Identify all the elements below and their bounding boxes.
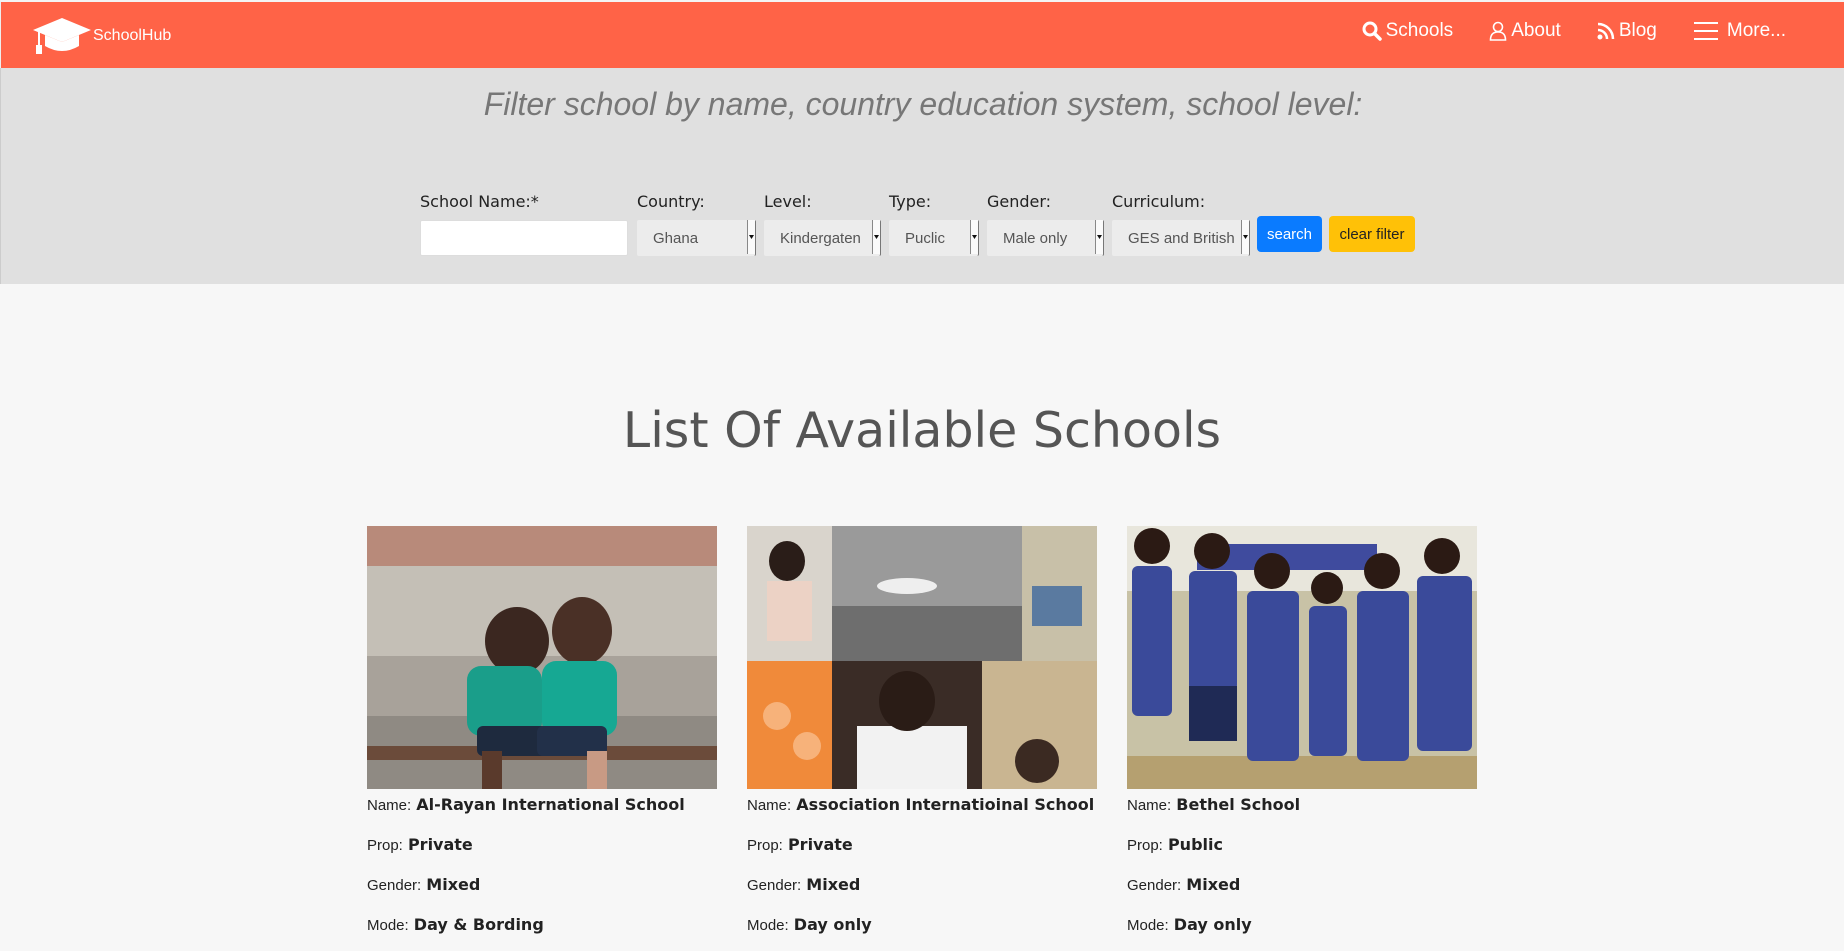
school-gender-row: Gender: Mixed (747, 875, 860, 894)
school-gender: Mixed (426, 875, 481, 894)
school-prop-row: Prop: Private (747, 835, 853, 854)
school-gender: Mixed (806, 875, 861, 894)
nav-links: Schools About Blog More... (1326, 20, 1786, 42)
school-name-row: Name: Association Internatioinal School (747, 795, 1094, 814)
graduation-cap-icon (33, 18, 91, 54)
brand-name: SchoolHub (93, 27, 172, 44)
nav-blog-label: Blog (1618, 20, 1657, 41)
school-prop-row: Prop: Public (1127, 835, 1223, 854)
prop-key: Prop: (1127, 837, 1163, 854)
top-navbar: SchoolHub Schools About Blog More... (0, 0, 1844, 68)
school-name-label: School Name:* (420, 192, 539, 211)
gender-key: Gender: (747, 877, 802, 894)
mode-key: Mode: (367, 917, 409, 934)
prop-key: Prop: (367, 837, 403, 854)
rss-icon (1597, 22, 1615, 40)
country-field: Country: Ghana (637, 192, 756, 256)
level-field: Level: Kindergaten (764, 192, 881, 256)
school-name-row: Name: Bethel School (1127, 795, 1300, 814)
page-title: List Of Available Schools (622, 402, 1222, 459)
school-name-input[interactable] (420, 220, 628, 256)
chevron-down-icon (970, 220, 978, 254)
school-name: Al-Rayan International School (416, 795, 685, 814)
school-mode-row: Mode: Day & Bording (367, 915, 544, 934)
gender-field: Gender: Male only (987, 192, 1104, 256)
nav-schools-label: Schools (1385, 20, 1454, 41)
nav-blog[interactable]: Blog (1597, 20, 1657, 42)
clear-filter-button[interactable]: clear filter (1329, 216, 1415, 252)
nav-more-label: More... (1726, 20, 1786, 41)
name-key: Name: (367, 797, 412, 814)
school-photo[interactable] (367, 526, 717, 789)
chevron-down-icon (747, 220, 755, 254)
curriculum-select-value: GES and British (1128, 229, 1235, 247)
gender-select[interactable]: Male only (987, 220, 1104, 256)
name-key: Name: (747, 797, 792, 814)
gender-select-value: Male only (1003, 229, 1068, 247)
country-select[interactable]: Ghana (637, 220, 756, 256)
nav-more[interactable]: More... (1693, 20, 1786, 42)
school-card[interactable]: Name: Association Internatioinal School … (747, 526, 1097, 934)
school-photo[interactable] (747, 526, 1097, 789)
school-name-row: Name: Al-Rayan International School (367, 795, 685, 814)
school-prop-row: Prop: Private (367, 835, 473, 854)
brand-link[interactable]: SchoolHub (31, 16, 171, 56)
search-button[interactable]: search (1257, 216, 1322, 252)
chevron-down-icon (1095, 220, 1103, 254)
gender-label: Gender: (987, 192, 1052, 211)
menu-icon (1693, 22, 1718, 40)
gender-key: Gender: (367, 877, 422, 894)
school-photo[interactable] (1127, 526, 1477, 789)
type-select-value: Puclic (905, 229, 946, 247)
nav-about[interactable]: About (1489, 20, 1561, 42)
user-icon (1489, 21, 1507, 41)
level-select-value: Kindergaten (780, 229, 861, 247)
school-mode: Day only (793, 915, 872, 934)
school-prop: Private (787, 835, 853, 854)
school-name: Bethel School (1176, 795, 1301, 814)
gender-key: Gender: (1127, 877, 1182, 894)
filter-banner: Filter school by name, country education… (0, 68, 1844, 284)
school-prop: Private (407, 835, 473, 854)
country-label: Country: (637, 192, 705, 211)
chevron-down-icon (1241, 220, 1249, 254)
type-field: Type: Puclic (889, 192, 979, 256)
name-key: Name: (1127, 797, 1172, 814)
mode-key: Mode: (747, 917, 789, 934)
nav-schools[interactable]: Schools (1362, 20, 1454, 42)
school-gender: Mixed (1186, 875, 1241, 894)
nav-about-label: About (1511, 20, 1561, 41)
school-mode-row: Mode: Day only (1127, 915, 1252, 934)
school-card[interactable]: Name: Bethel School Prop: Public Gender:… (1127, 526, 1477, 934)
country-select-value: Ghana (653, 229, 699, 247)
prop-key: Prop: (747, 837, 783, 854)
curriculum-label: Curriculum: (1112, 192, 1206, 211)
chevron-down-icon (872, 220, 880, 254)
type-select[interactable]: Puclic (889, 220, 979, 256)
school-mode-row: Mode: Day only (747, 915, 872, 934)
school-name: Association Internatioinal School (796, 795, 1095, 814)
school-mode: Day only (1173, 915, 1252, 934)
mode-key: Mode: (1127, 917, 1169, 934)
school-gender-row: Gender: Mixed (1127, 875, 1240, 894)
curriculum-select[interactable]: GES and British (1112, 220, 1250, 256)
level-label: Level: (764, 192, 812, 211)
search-icon (1362, 21, 1382, 41)
school-gender-row: Gender: Mixed (367, 875, 480, 894)
school-name-field: School Name:* (420, 192, 628, 256)
type-label: Type: (889, 192, 932, 211)
curriculum-field: Curriculum: GES and British (1112, 192, 1250, 256)
school-mode: Day & Bording (413, 915, 544, 934)
school-prop: Public (1167, 835, 1223, 854)
school-card[interactable]: Name: Al-Rayan International School Prop… (367, 526, 717, 934)
level-select[interactable]: Kindergaten (764, 220, 881, 256)
filter-heading: Filter school by name, country education… (483, 86, 1363, 122)
